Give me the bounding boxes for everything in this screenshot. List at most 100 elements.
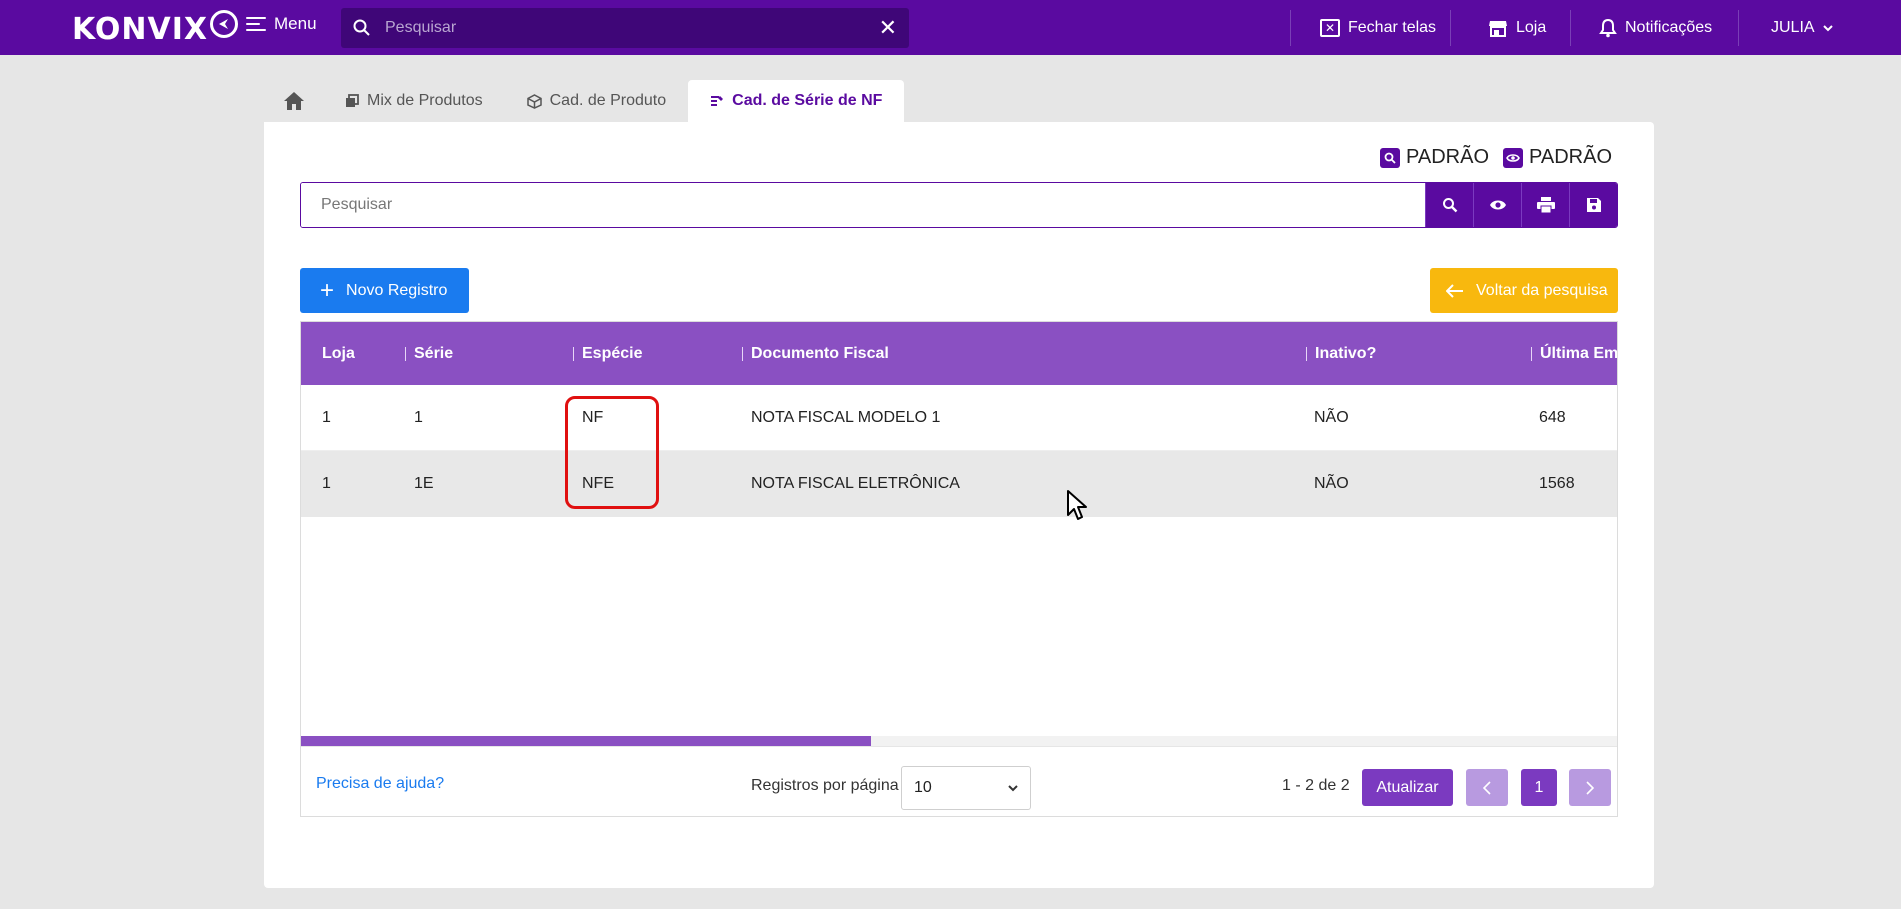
search-button[interactable] <box>1425 183 1473 227</box>
column-header-documento-fiscal[interactable]: Documento Fiscal <box>742 322 889 385</box>
refresh-button[interactable]: Atualizar <box>1362 769 1453 806</box>
eye-icon <box>1489 200 1506 210</box>
table-row[interactable]: 1 1 NF NOTA FISCAL MODELO 1 NÃO 648 <box>301 385 1617 451</box>
per-page-value: 10 <box>914 779 932 796</box>
chevron-down-icon <box>1008 784 1018 791</box>
column-header-loja[interactable]: Loja <box>322 322 355 385</box>
menu-button[interactable]: Menu <box>246 14 317 34</box>
column-label: Loja <box>322 344 355 362</box>
column-header-serie[interactable]: Série <box>405 322 453 385</box>
help-link[interactable]: Precisa de ajuda? <box>316 775 444 793</box>
chevron-left-icon <box>1483 780 1491 795</box>
clear-search-icon[interactable]: ✕ <box>879 15 897 41</box>
next-page-button[interactable] <box>1569 769 1611 806</box>
grid-header: Loja Série Espécie Documento Fiscal Inat… <box>301 322 1618 385</box>
cell-inativo: NÃO <box>1314 475 1349 492</box>
column-header-especie[interactable]: Espécie <box>573 322 642 385</box>
save-icon <box>1586 198 1601 212</box>
tab-label: Cad. de Série de NF <box>732 92 883 109</box>
cell-documento-fiscal: NOTA FISCAL MODELO 1 <box>751 409 941 426</box>
divider <box>1738 10 1739 46</box>
view-button[interactable] <box>1473 183 1521 227</box>
main-panel: PADRÃO PADRÃO + Novo Registro Voltar da … <box>264 122 1654 888</box>
hamburger-icon <box>246 17 266 31</box>
store-button[interactable]: Loja <box>1488 0 1546 55</box>
store-icon <box>1489 20 1507 37</box>
store-label: Loja <box>1516 18 1547 36</box>
column-label: Documento Fiscal <box>751 344 889 362</box>
cell-ultima-emissao: 1568 <box>1539 475 1575 492</box>
view-filter-preset[interactable]: PADRÃO <box>1503 146 1612 169</box>
cell-inativo: NÃO <box>1314 409 1349 426</box>
copy-icon <box>346 94 359 107</box>
logo-text: KONVIX <box>72 12 209 47</box>
cell-loja: 1 <box>322 409 331 426</box>
horizontal-scrollbar[interactable] <box>301 736 1617 746</box>
tab-home[interactable] <box>265 80 323 122</box>
scrollbar-thumb[interactable] <box>301 736 871 746</box>
user-name: JULIA <box>1771 18 1815 36</box>
pagination-range: 1 - 2 de 2 <box>1282 777 1350 794</box>
column-label: Última Emi <box>1540 344 1618 362</box>
view-filter-label: PADRÃO <box>1529 146 1612 168</box>
global-search-input[interactable] <box>385 19 879 37</box>
grid-search-bar <box>300 182 1618 228</box>
search-icon <box>1380 147 1401 168</box>
cell-loja: 1 <box>322 475 331 492</box>
filter-presets: PADRÃO PADRÃO <box>1380 146 1612 169</box>
grid-search-input[interactable] <box>301 183 1425 227</box>
notifications-button[interactable]: Notificações <box>1599 0 1712 55</box>
back-from-search-button[interactable]: Voltar da pesquisa <box>1430 268 1618 313</box>
column-label: Inativo? <box>1315 344 1377 362</box>
search-filter-preset[interactable]: PADRÃO <box>1380 146 1489 169</box>
search-filter-label: PADRÃO <box>1406 146 1490 168</box>
column-header-inativo[interactable]: Inativo? <box>1306 322 1376 385</box>
cell-documento-fiscal: NOTA FISCAL ELETRÔNICA <box>751 475 960 492</box>
tab-mix-produtos[interactable]: Mix de Produtos <box>323 80 505 122</box>
chevron-down-icon <box>1822 24 1833 31</box>
logo-mark-icon <box>210 9 239 38</box>
grid-footer: Precisa de ajuda? Registros por página 1… <box>301 746 1617 816</box>
divider <box>1290 10 1291 46</box>
page-number-button[interactable]: 1 <box>1521 769 1557 806</box>
cell-serie: 1 <box>414 409 423 426</box>
save-button[interactable] <box>1569 183 1617 227</box>
notifications-label: Notificações <box>1625 18 1713 36</box>
cell-especie: NF <box>582 409 604 426</box>
close-screens-label: Fechar telas <box>1348 18 1437 36</box>
bell-icon <box>1599 18 1617 37</box>
tab-cad-serie-nf[interactable]: Cad. de Série de NF <box>688 80 905 122</box>
user-menu[interactable]: JULIA <box>1771 0 1833 55</box>
divider <box>1450 10 1451 46</box>
konvix-logo[interactable]: KONVIX <box>72 9 239 47</box>
cell-especie: NFE <box>582 475 614 492</box>
divider <box>1570 10 1571 46</box>
per-page-label: Registros por página <box>751 777 899 794</box>
data-grid: Loja Série Espécie Documento Fiscal Inat… <box>300 321 1618 817</box>
table-row[interactable]: 1 1E NFE NOTA FISCAL ELETRÔNICA NÃO 1568 <box>301 451 1617 517</box>
menu-label: Menu <box>274 14 317 33</box>
list-edit-icon <box>711 96 724 106</box>
per-page-select[interactable]: 10 <box>901 766 1031 810</box>
close-screens-button[interactable]: ✕ Fechar telas <box>1320 0 1436 55</box>
plus-icon: + <box>320 276 335 304</box>
box-icon <box>526 93 542 109</box>
tab-label: Cad. de Produto <box>549 92 667 109</box>
column-label: Série <box>414 344 454 362</box>
search-icon <box>353 19 370 36</box>
mouse-cursor-icon <box>1067 490 1087 520</box>
home-icon <box>284 92 304 110</box>
previous-page-button[interactable] <box>1466 769 1508 806</box>
search-icon <box>1442 198 1457 213</box>
tab-cad-produto[interactable]: Cad. de Produto <box>505 80 689 122</box>
new-record-label: Novo Registro <box>346 281 448 299</box>
column-header-ultima-emissao[interactable]: Última Emi <box>1531 322 1618 385</box>
print-button[interactable] <box>1521 183 1569 227</box>
cell-ultima-emissao: 648 <box>1539 409 1566 426</box>
arrow-left-icon <box>1446 283 1463 298</box>
tab-label: Mix de Produtos <box>367 92 483 109</box>
close-window-icon: ✕ <box>1320 18 1340 37</box>
chevron-right-icon <box>1586 780 1594 795</box>
back-label: Voltar da pesquisa <box>1476 281 1608 299</box>
new-record-button[interactable]: + Novo Registro <box>300 268 469 313</box>
